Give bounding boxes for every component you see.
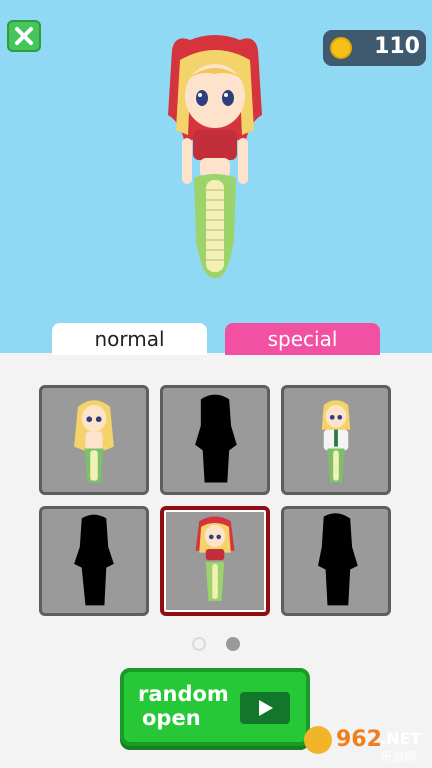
close-button[interactable] (7, 20, 41, 52)
character-thumbnail (74, 400, 114, 483)
character-thumbnail (195, 516, 235, 601)
close-icon (15, 27, 33, 45)
video-ad-icon (240, 692, 290, 724)
svg-text:.NET: .NET (380, 729, 421, 748)
character-slot-2-locked[interactable] (160, 385, 270, 495)
watermark-logo: 962 .NET 乐游网 (304, 726, 421, 764)
random-open-line2: open (142, 706, 201, 730)
random-open-line1: random (138, 682, 229, 706)
character-slot-5-selected[interactable] (160, 506, 270, 616)
page-dot-1[interactable] (192, 637, 206, 651)
coin-icon (330, 37, 352, 59)
random-open-label: random open (138, 682, 229, 730)
locked-silhouette (195, 394, 237, 483)
tab-special[interactable]: special (225, 323, 380, 355)
character-thumbnail (321, 400, 351, 483)
coin-count: 110 (374, 34, 420, 59)
coin-counter: 110 (323, 30, 426, 66)
random-open-button[interactable]: random open (120, 668, 310, 746)
svg-text:乐游网: 乐游网 (380, 750, 416, 764)
character-slot-4-locked[interactable] (39, 506, 149, 616)
tab-normal[interactable]: normal (52, 323, 207, 355)
character-preview (168, 35, 262, 279)
character-slot-3[interactable] (281, 385, 391, 495)
svg-text:962: 962 (336, 727, 382, 752)
locked-silhouette (318, 513, 358, 606)
character-slot-6-locked[interactable] (281, 506, 391, 616)
character-slot-1[interactable] (39, 385, 149, 495)
page-dot-2-active[interactable] (226, 637, 240, 651)
locked-silhouette (74, 514, 114, 606)
